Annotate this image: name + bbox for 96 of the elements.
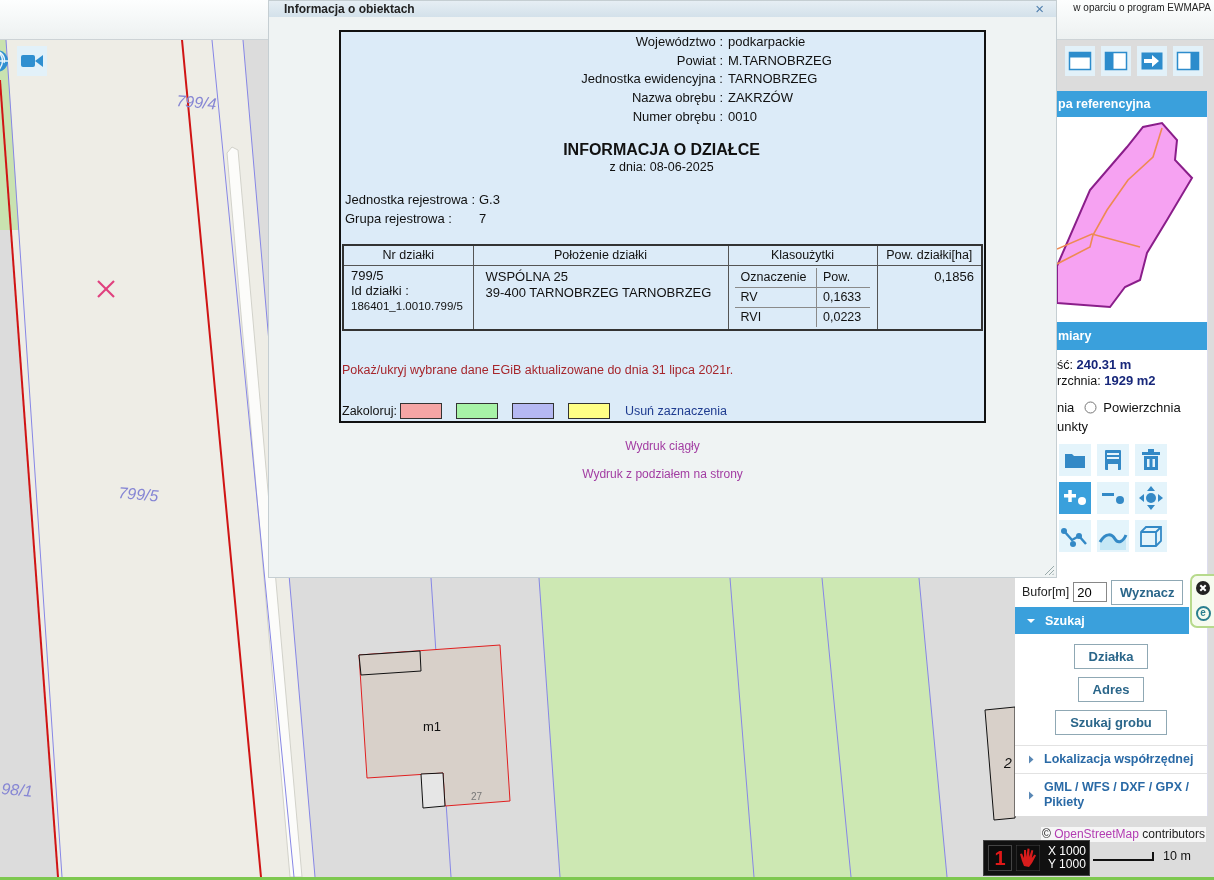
field-value: 7 (479, 209, 488, 228)
column-header: Oznaczenie (734, 267, 817, 287)
field-label: Jednostka ewidencyjna : (580, 70, 723, 89)
field-label: Województwo : (634, 33, 723, 51)
compute-button[interactable]: Wyznacz (1111, 579, 1184, 605)
parcel-number: 98/1 (0, 780, 34, 800)
letter-button[interactable]: e (1195, 605, 1211, 621)
scale-bar (1092, 851, 1154, 861)
parcel-number: 799/5 (117, 484, 160, 505)
table-cell: RVI (734, 307, 817, 327)
close-button[interactable]: × (1035, 2, 1044, 16)
search-button[interactable]: Działka (1073, 644, 1149, 669)
hand-icon[interactable] (1016, 845, 1040, 871)
address-line: WSPÓLNA 25 (485, 268, 569, 285)
measure-label: rzchnia: (1057, 374, 1101, 388)
y-coordinate: Y 1000 (1048, 858, 1087, 871)
arrow-into-box-icon[interactable] (1137, 46, 1167, 76)
dialog-title: Informacja o obiektach (284, 2, 415, 16)
buffer-input[interactable]: 20 (1073, 582, 1108, 602)
field-value: G.3 (479, 190, 501, 209)
floppy-icon[interactable] (1097, 444, 1129, 476)
column-header: Pow. (816, 267, 870, 287)
credit-text: w oparciu o program EWMAPA (1073, 2, 1211, 14)
search-button[interactable]: Adres (1077, 677, 1145, 702)
print-link[interactable]: Wydruk ciągły (625, 438, 700, 454)
column-header: Położenie działki (473, 244, 728, 265)
field-value: podkarpackie (728, 33, 807, 51)
left-panel-icon[interactable] (1101, 46, 1131, 76)
measure-value: 1929 m2 (1104, 373, 1156, 388)
search-button[interactable]: Szukaj grobu (1055, 710, 1167, 735)
section-row[interactable]: GML / WFS / DXF / GPX / Pikiety (1015, 773, 1207, 816)
resize-grip-icon[interactable] (1044, 565, 1054, 575)
right-panel-icon[interactable] (1173, 46, 1203, 76)
radio-button[interactable] (1084, 400, 1098, 414)
x-coordinate: X 1000 (1048, 845, 1087, 858)
section-row[interactable]: Lokalizacja współrzędnej (1015, 745, 1207, 773)
section-header: miary (1057, 322, 1207, 350)
clear-selection-link[interactable]: Usuń zaznaczenia (624, 404, 728, 418)
color-swatch[interactable] (511, 403, 554, 419)
attribution-text: © OpenStreetMap contributors (1041, 827, 1206, 842)
option-label: Powierzchnia (1103, 399, 1181, 415)
globe-icon[interactable] (0, 49, 9, 73)
field-value: M.TARNOBRZEG (728, 51, 833, 70)
folder-icon[interactable] (1059, 444, 1091, 476)
id-label: Id działki : (351, 282, 410, 298)
section-header: pa referencyjna (1057, 91, 1207, 117)
parcel-number: 799/5 (351, 267, 385, 283)
field-label: Nazwa obrębu : (630, 89, 723, 108)
measure-label: ść: (1057, 358, 1073, 372)
field-label: Grupa rejestrowa : (345, 209, 453, 228)
window-layout-icon[interactable] (1065, 46, 1095, 76)
option-label: nia (1057, 399, 1075, 415)
color-swatch[interactable] (455, 403, 498, 419)
building-annex (358, 650, 422, 676)
digit-tile[interactable]: 1 (988, 845, 1012, 871)
report-date: z dnia: 08-06-2025 (608, 158, 715, 175)
color-swatch[interactable] (567, 403, 610, 419)
building-number: 2 (1004, 755, 1012, 771)
parcel-number: 799/4 (175, 92, 218, 113)
section-title: GML / WFS / DXF / GPX / Pikiety (1044, 780, 1190, 810)
table-cell: 0,1633 (816, 287, 870, 307)
field-value: TARNOBRZEG (728, 70, 819, 89)
trash-icon[interactable] (1135, 444, 1167, 476)
egib-toggle-link[interactable]: Pokaż/ukryj wybrane dane EGiB aktualizowane do dnia 31 lipca 2021r. (342, 362, 734, 377)
field-label: Jednostka rejestrowa : (345, 190, 477, 209)
cube-icon[interactable] (1135, 520, 1167, 552)
section-title: Szukaj (1045, 613, 1085, 628)
close-icon[interactable] (1196, 581, 1210, 596)
field-label: Numer obrębu : (631, 107, 723, 126)
field-value: 0010 (728, 107, 758, 126)
move-arrows-icon[interactable] (1135, 482, 1167, 514)
parcel-id: 186401_1.0010.799/5 (351, 298, 464, 314)
table-cell: RV (734, 287, 817, 307)
video-camera-icon[interactable] (17, 46, 47, 76)
colorize-label: Zakoloruj: (342, 404, 397, 418)
wave-icon[interactable] (1097, 520, 1129, 552)
polyline-icon[interactable] (1059, 520, 1091, 552)
color-swatch[interactable] (399, 403, 442, 419)
measure-value: 240.31 m (1076, 357, 1132, 372)
table-cell: 0,0223 (816, 307, 870, 327)
report-heading: INFORMACJA O DZIAŁCE (562, 140, 761, 159)
buffer-label: Bufor[m] (1022, 585, 1070, 599)
option-label: unkty (1057, 419, 1089, 434)
scale-label: 10 m (1163, 849, 1191, 863)
column-header: Klasoużytki (728, 244, 877, 265)
column-header: Nr działki (343, 244, 473, 265)
print-link[interactable]: Wydruk z podziałem na strony (582, 466, 743, 482)
building-number: 27 (471, 791, 483, 802)
address-line: 39-400 TARNOBRZEG TARNOBRZEG (485, 284, 713, 301)
field-value: ZAKRZÓW (728, 89, 794, 108)
openstreetmap-link[interactable]: OpenStreetMap (1054, 827, 1139, 841)
field-label: Powiat : (675, 51, 723, 70)
section-title: Lokalizacja współrzędnej (1044, 752, 1194, 767)
building-number: m1 (423, 719, 442, 734)
cross-marker-icon (97, 280, 115, 298)
building-annex (420, 772, 446, 809)
